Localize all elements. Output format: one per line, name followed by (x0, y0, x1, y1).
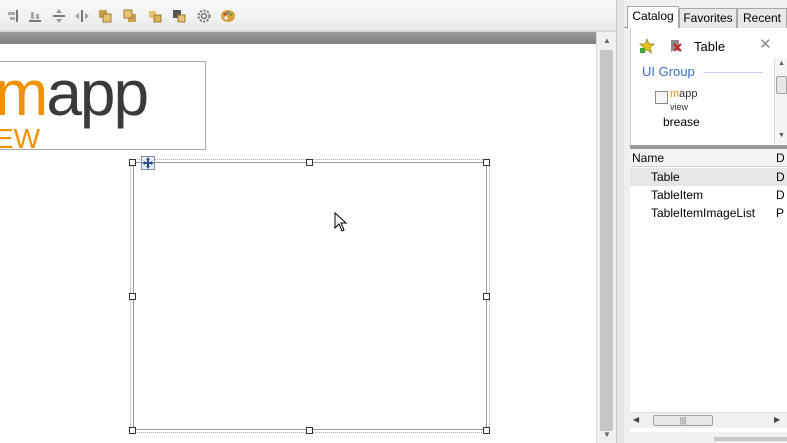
list-header: Name D (630, 149, 787, 167)
align-bottom-icon[interactable] (26, 7, 44, 25)
scroll-up-arrow-icon[interactable]: ▲ (778, 60, 785, 67)
status-bar-indicator (714, 437, 787, 441)
resize-handle-left[interactable] (129, 293, 136, 300)
list-horizontal-scrollbar[interactable]: ◀ ||| ▶ (630, 412, 787, 428)
scrollbar-thumb[interactable]: ||| (653, 415, 713, 426)
tab-favorites[interactable]: Favorites (679, 8, 737, 28)
scrollbar-thumb[interactable] (776, 76, 787, 94)
resize-handle-top-right[interactable] (483, 159, 490, 166)
logo-view-text: EW (0, 123, 41, 150)
list-item[interactable]: TableItem D (630, 186, 787, 204)
center-horizontal-icon[interactable] (73, 7, 91, 25)
list-item[interactable]: Table D (630, 168, 787, 186)
scroll-left-arrow-icon[interactable]: ◀ (633, 415, 639, 424)
table-widget[interactable] (130, 159, 490, 433)
scrollbar-thumb[interactable] (600, 50, 613, 431)
resize-handle-top-left[interactable] (129, 159, 136, 166)
catalog-pane: Table ✕ UI Group mapp view brease ▲ ▼ (630, 28, 787, 145)
resize-handle-bottom-right[interactable] (483, 427, 490, 434)
send-backward-icon[interactable] (121, 7, 139, 25)
catalog-toolbar: Table ✕ (631, 32, 787, 59)
move-handle-icon[interactable] (141, 156, 155, 170)
list-item[interactable]: TableItemImageList P (630, 204, 787, 222)
resize-handle-bottom-left[interactable] (129, 427, 136, 434)
canvas-vertical-scrollbar[interactable]: ▲ ▼ (596, 32, 616, 443)
add-favorite-star-icon[interactable] (639, 38, 655, 54)
brease-label: brease (663, 115, 700, 129)
bring-to-front-icon[interactable] (146, 7, 164, 25)
scroll-right-arrow-icon[interactable]: ▶ (774, 415, 780, 424)
scroll-down-arrow-icon[interactable]: ▼ (778, 132, 785, 139)
toolbox-tabs: Catalog Favorites Recent (624, 6, 787, 29)
status-strip (630, 432, 787, 443)
align-right-icon[interactable] (4, 7, 22, 25)
remove-favorite-icon[interactable] (667, 38, 683, 54)
brease-library-item[interactable]: mapp view brease (655, 88, 715, 132)
tab-catalog[interactable]: Catalog (627, 6, 679, 29)
logo-image-widget[interactable]: mapp EW (0, 61, 206, 150)
panel-splitter[interactable] (616, 0, 624, 443)
gear-icon[interactable] (195, 7, 213, 25)
scroll-up-arrow-icon[interactable]: ▲ (602, 36, 612, 46)
bring-forward-icon[interactable] (96, 7, 114, 25)
tab-recent[interactable]: Recent (737, 8, 787, 28)
ui-group-title: UI Group (642, 64, 695, 79)
column-header-description[interactable]: D (776, 151, 785, 165)
scroll-down-arrow-icon[interactable]: ▼ (602, 430, 612, 440)
resize-handle-top[interactable] (306, 159, 313, 166)
send-to-back-icon[interactable] (170, 7, 188, 25)
designer-toolbar (0, 0, 616, 32)
checkbox-icon[interactable] (655, 91, 668, 104)
search-clear-icon[interactable]: ✕ (759, 37, 772, 52)
editor-window: mapp EW ▲ ▼ Catalog Favorites Recent (0, 0, 787, 443)
logo-mapp-text: mapp (0, 61, 149, 129)
catalog-vertical-scrollbar[interactable]: ▲ ▼ (774, 58, 787, 144)
column-header-name[interactable]: Name (632, 151, 664, 165)
mapp-logo-small: mapp (670, 88, 698, 100)
group-divider (703, 72, 763, 73)
mouse-cursor-icon (334, 212, 348, 232)
designer-header-bar (0, 32, 616, 44)
center-vertical-icon[interactable] (50, 7, 68, 25)
view-logo-small: view (670, 102, 689, 112)
widget-list: Name D Table D TableItem D TableItemImag… (630, 149, 787, 443)
toolbox-panel: Catalog Favorites Recent Table ✕ UI Grou… (624, 0, 787, 443)
design-canvas[interactable]: mapp EW (0, 44, 596, 443)
resize-handle-right[interactable] (483, 293, 490, 300)
palette-icon[interactable] (219, 7, 237, 25)
resize-handle-bottom[interactable] (306, 427, 313, 434)
